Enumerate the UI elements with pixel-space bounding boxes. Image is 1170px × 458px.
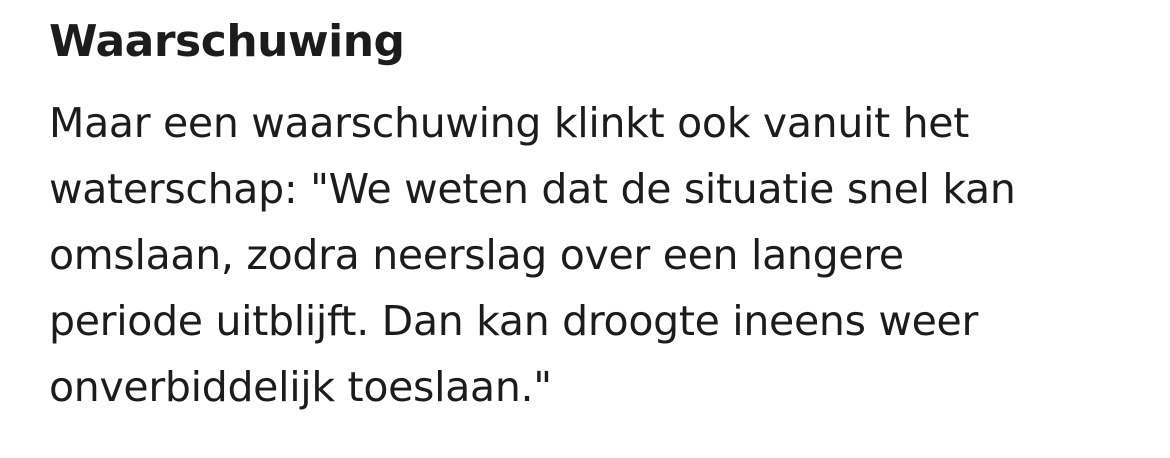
- article-section: Waarschuwing Maar een waarschuwing klink…: [49, 14, 1149, 420]
- paragraph-line: periode uitblijft. Dan kan droogte ineen…: [49, 297, 979, 345]
- article-paragraph: Maar een waarschuwing klinkt ook vanuit …: [49, 90, 1149, 420]
- section-heading: Waarschuwing: [49, 16, 405, 67]
- paragraph-line: omslaan, zodra neerslag over een langere: [49, 231, 904, 279]
- paragraph-line: Maar een waarschuwing klinkt ook vanuit …: [49, 99, 970, 147]
- paragraph-line: onverbiddelijk toeslaan.": [49, 363, 552, 411]
- paragraph-line: waterschap: "We weten dat de situatie sn…: [49, 165, 1016, 213]
